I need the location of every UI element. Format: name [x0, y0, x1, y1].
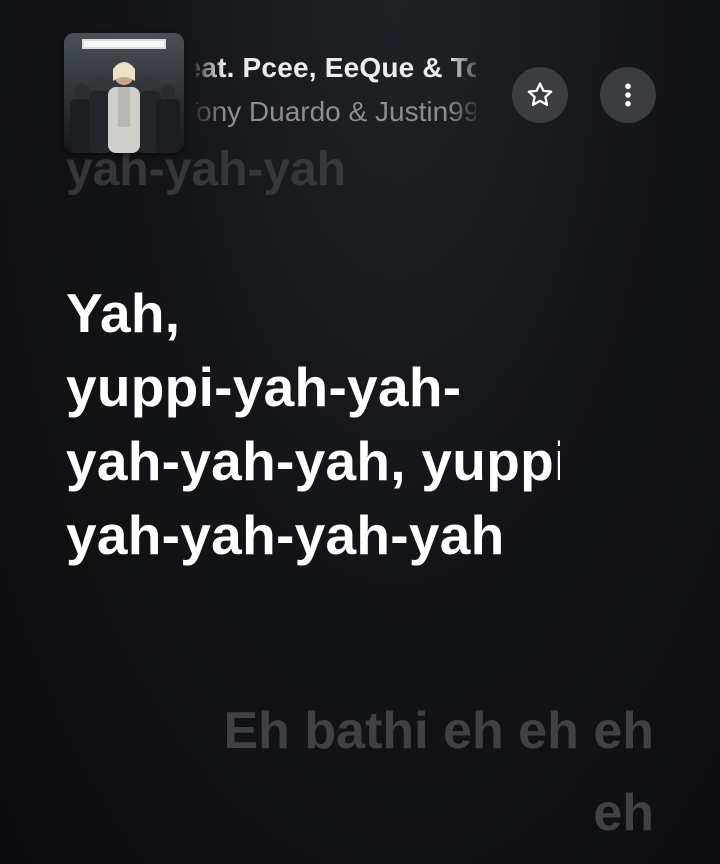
current-lyric-line: yuppi-yah-yah- — [66, 356, 462, 418]
album-cover-image — [64, 33, 184, 153]
lyrics-screen: yah-yah-yah at. Pcee, EeQue & To Tony Du… — [0, 0, 720, 864]
track-title: feat. Pcee, EeQue & Tony Duardo — [196, 52, 476, 83]
track-artist: Tony Duardo & Justin99 — [196, 96, 476, 127]
current-lyric-block[interactable]: Yah, yuppi-yah-yah- yah-yah-yah, yuppi- … — [66, 276, 560, 616]
current-lyric-line: Yah, — [66, 282, 181, 344]
star-outline-icon — [527, 82, 553, 106]
track-info[interactable]: feat. Pcee, EeQue & Tony Duardo Tony Dua… — [196, 52, 476, 142]
next-lyric-line[interactable]: Eh bathi eh eh eh eh — [194, 690, 655, 854]
favorite-button[interactable] — [512, 67, 568, 123]
more-vertical-icon — [625, 83, 631, 107]
current-lyric-line: yah-yah-yah, yuppi- — [66, 430, 560, 492]
more-options-button[interactable] — [600, 67, 656, 123]
album-art[interactable] — [64, 33, 184, 153]
now-playing-header: feat. Pcee, EeQue & Tony Duardo Tony Dua… — [0, 0, 720, 160]
current-lyric-line: yah-yah-yah-yah — [66, 504, 505, 566]
